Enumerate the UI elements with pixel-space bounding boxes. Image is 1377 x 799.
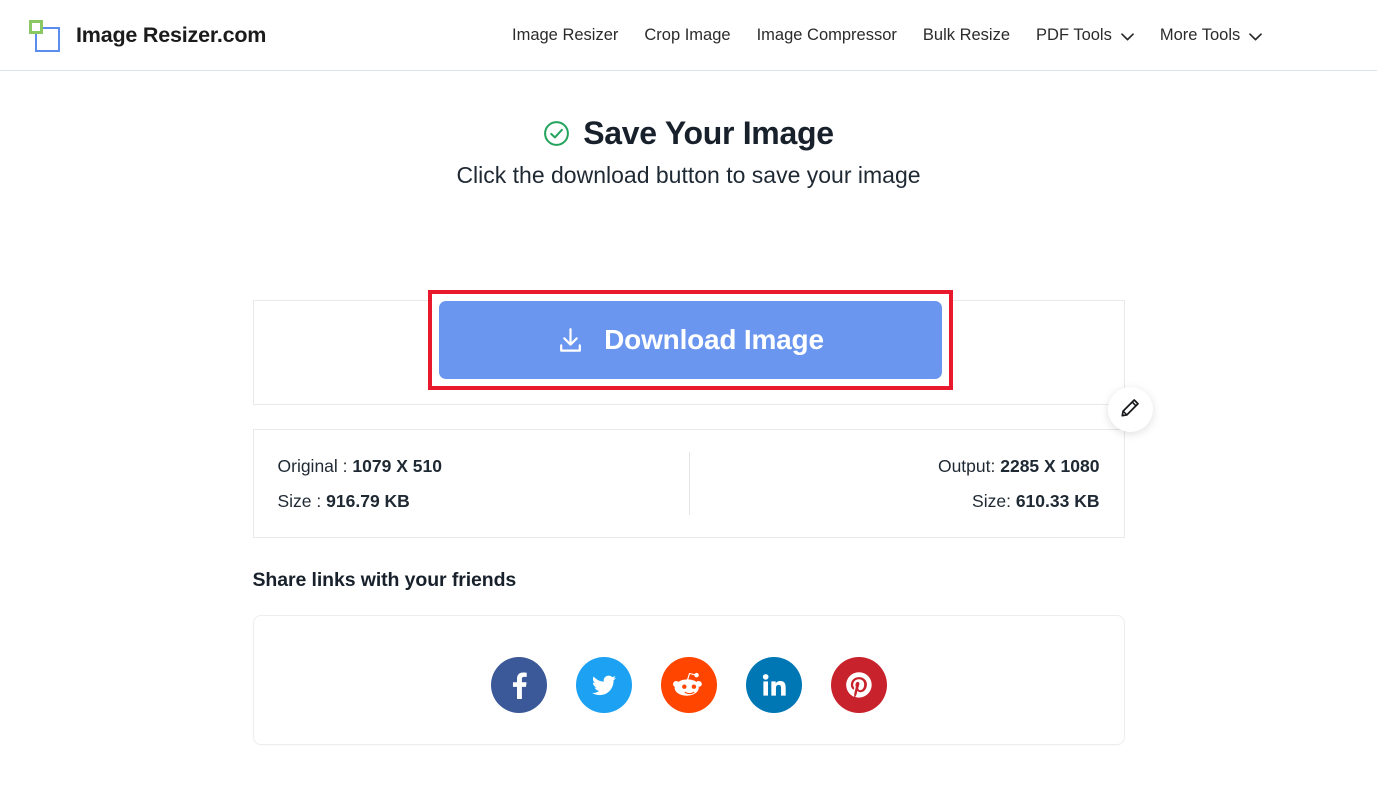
main-navigation: Image Resizer Crop Image Image Compresso… — [512, 0, 1263, 71]
image-info-card: Original : 1079 X 510 Size : 916.79 KB O… — [252, 429, 1125, 538]
site-header: Image Resizer.com Image Resizer Crop Ima… — [0, 0, 1377, 71]
share-reddit-button[interactable] — [660, 657, 717, 713]
original-info-column: Original : 1079 X 510 Size : 916.79 KB — [254, 456, 689, 512]
brand-name: Image Resizer.com — [76, 22, 267, 47]
edit-image-button[interactable] — [1107, 387, 1153, 432]
nav-label: Image Resizer — [512, 26, 619, 44]
nav-item-more-tools[interactable]: More Tools — [1159, 0, 1263, 71]
output-dimensions-row: Output: 2285 X 1080 — [938, 456, 1100, 477]
page-subtitle: Click the download button to save your i… — [456, 162, 921, 188]
nav-item-pdf-tools[interactable]: PDF Tools — [1036, 0, 1160, 71]
output-size-label: Size: — [972, 490, 1011, 511]
facebook-icon — [504, 670, 534, 700]
content-column: Download Image Original : 1079 X 510 Siz… — [252, 290, 1153, 745]
page-title: Save Your Image — [543, 113, 834, 153]
original-dimensions-row: Original : 1079 X 510 — [278, 456, 442, 477]
twitter-icon — [589, 670, 619, 700]
nav-label: Image Compressor — [756, 26, 897, 44]
nav-label: PDF Tools — [1036, 26, 1112, 44]
original-dimensions-value: 1079 X 510 — [352, 455, 442, 476]
nav-label: More Tools — [1159, 26, 1241, 44]
page-title-text: Save Your Image — [583, 115, 834, 151]
share-facebook-button[interactable] — [490, 657, 547, 713]
output-size-value: 610.33 KB — [1015, 490, 1100, 511]
original-size-value: 916.79 KB — [326, 490, 410, 511]
download-button-highlight-annotation: Download Image — [427, 290, 953, 390]
info-divider — [688, 452, 690, 515]
brand-logo-link[interactable]: Image Resizer.com — [28, 18, 266, 52]
nav-item-image-resizer[interactable]: Image Resizer — [512, 0, 644, 71]
original-size-row: Size : 916.79 KB — [278, 491, 410, 512]
output-info-column: Output: 2285 X 1080 Size: 610.33 KB — [689, 456, 1124, 512]
download-button-label: Download Image — [604, 324, 824, 355]
reddit-icon — [672, 669, 705, 701]
output-size-row: Size: 610.33 KB — [972, 491, 1099, 512]
nav-label: Crop Image — [644, 26, 731, 44]
share-twitter-button[interactable] — [575, 657, 632, 713]
nav-item-image-compressor[interactable]: Image Compressor — [757, 0, 923, 71]
original-size-label: Size : — [277, 490, 322, 511]
download-icon — [556, 326, 585, 355]
pinterest-icon — [844, 670, 874, 700]
output-dimensions-value: 2285 X 1080 — [1000, 455, 1100, 476]
share-linkedin-button[interactable] — [745, 657, 802, 713]
chevron-down-icon — [1120, 32, 1134, 41]
circle-check-icon — [543, 120, 570, 147]
download-card: Download Image — [252, 290, 1125, 405]
share-buttons-card — [252, 615, 1125, 745]
chevron-down-icon — [1249, 32, 1263, 41]
share-section-title: Share links with your friends — [252, 569, 517, 591]
nav-item-bulk-resize[interactable]: Bulk Resize — [923, 0, 1036, 71]
page-heading-block: Save Your Image Click the download butto… — [0, 71, 1377, 189]
linkedin-icon — [760, 671, 788, 699]
original-label: Original : — [277, 455, 348, 476]
nav-label: Bulk Resize — [922, 26, 1011, 44]
share-pinterest-button[interactable] — [830, 657, 887, 713]
nav-item-crop-image[interactable]: Crop Image — [644, 0, 756, 71]
overlapping-squares-logo-icon — [28, 18, 62, 52]
pencil-icon — [1119, 397, 1141, 422]
main-content: Save Your Image Click the download butto… — [0, 71, 1377, 745]
output-label: Output: — [937, 455, 996, 476]
download-image-button[interactable]: Download Image — [438, 301, 942, 379]
